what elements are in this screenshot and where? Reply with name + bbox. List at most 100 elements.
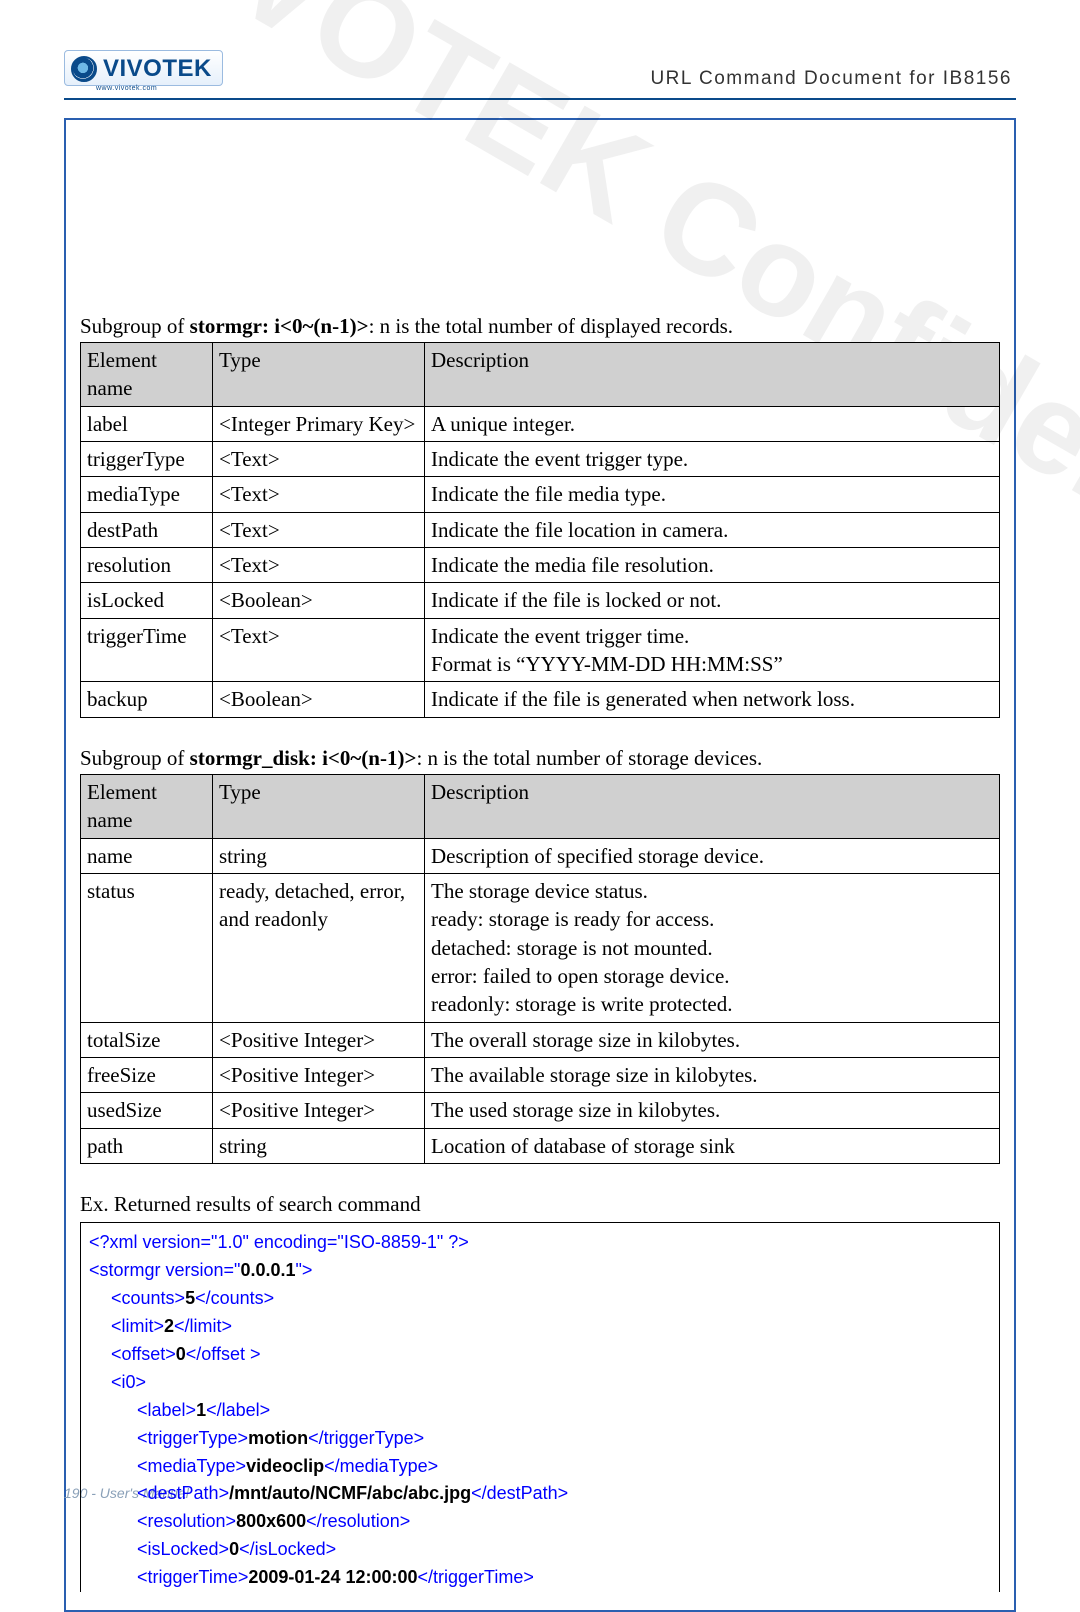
table-row: statusready, detached, error, and readon…	[81, 874, 1000, 1023]
table1-caption-suffix: : n is the total number of displayed rec…	[369, 314, 734, 338]
table2-header-row: Element name Type Description	[81, 774, 1000, 838]
table1-caption: Subgroup of stormgr: i<0~(n-1)>: n is th…	[80, 312, 1000, 340]
xml-counts-open: <counts>	[111, 1288, 185, 1308]
xml-isLocked-close: </isLocked>	[239, 1539, 336, 1559]
table1-cell-desc: Indicate if the file is locked or not.	[425, 583, 1000, 618]
xml-label-open: <label>	[137, 1400, 196, 1420]
table2-cell-type: <Positive Integer>	[213, 1058, 425, 1093]
table1-cell-desc: A unique integer.	[425, 406, 1000, 441]
xml-limit-open: <limit>	[111, 1316, 164, 1336]
table-row: freeSize<Positive Integer>The available …	[81, 1058, 1000, 1093]
table-row: backup<Boolean>Indicate if the file is g…	[81, 682, 1000, 717]
table1-cell-desc: Indicate the file media type.	[425, 477, 1000, 512]
xml-destPath-close: </destPath>	[471, 1483, 568, 1503]
table1-cell-type: <Text>	[213, 618, 425, 682]
table2-cell-name: usedSize	[81, 1093, 213, 1128]
table2-h1: Type	[213, 774, 425, 838]
table1-cell-desc: Indicate the media file resolution.	[425, 547, 1000, 582]
xml-resolution-close: </resolution>	[306, 1511, 410, 1531]
table1: Element name Type Description label<Inte…	[80, 342, 1000, 718]
xml-resolution-val: 800x600	[236, 1511, 306, 1531]
table2-cell-desc: Location of database of storage sink	[425, 1128, 1000, 1163]
xml-decl: <?xml version="1.0" encoding="ISO-8859-1…	[89, 1232, 469, 1252]
table2-caption: Subgroup of stormgr_disk: i<0~(n-1)>: n …	[80, 744, 1000, 772]
xml-triggerType-open: <triggerType>	[137, 1428, 248, 1448]
table1-header-row: Element name Type Description	[81, 342, 1000, 406]
table2-cell-type: <Positive Integer>	[213, 1093, 425, 1128]
logo-subtext: www.vivotek.com	[96, 85, 223, 92]
table2-cell-type: string	[213, 1128, 425, 1163]
xml-destPath-open: <destPath>	[137, 1483, 229, 1503]
table1-cell-type: <Integer Primary Key>	[213, 406, 425, 441]
table1-h1: Type	[213, 342, 425, 406]
table2-cell-desc: The overall storage size in kilobytes.	[425, 1022, 1000, 1057]
table-row: triggerTime<Text>Indicate the event trig…	[81, 618, 1000, 682]
page-header: VIVOTEK www.vivotek.com URL Command Docu…	[64, 50, 1016, 100]
table1-h0: Element name	[81, 342, 213, 406]
xml-limit-val: 2	[164, 1316, 174, 1336]
table1-cell-desc: Indicate the event trigger time.Format i…	[425, 618, 1000, 682]
table1-cell-desc: Indicate the event trigger type.	[425, 441, 1000, 476]
xml-mediaType-close: </mediaType>	[324, 1456, 438, 1476]
table1-cell-name: resolution	[81, 547, 213, 582]
xml-counts-close: </counts>	[195, 1288, 274, 1308]
xml-triggerTime-val: 2009-01-24 12:00:00	[248, 1567, 417, 1587]
logo-eye-icon	[71, 56, 97, 82]
table-row: totalSize<Positive Integer>The overall s…	[81, 1022, 1000, 1057]
table1-cell-type: <Text>	[213, 477, 425, 512]
xml-mediaType-open: <mediaType>	[137, 1456, 246, 1476]
table-row: destPath<Text>Indicate the file location…	[81, 512, 1000, 547]
table2: Element name Type Description namestring…	[80, 774, 1000, 1164]
xml-label-val: 1	[196, 1400, 206, 1420]
table1-caption-prefix: Subgroup of	[80, 314, 190, 338]
table2-caption-bold: stormgr_disk: i<0~(n-1)>	[190, 746, 417, 770]
xml-isLocked-open: <isLocked>	[137, 1539, 229, 1559]
xml-destPath-val: /mnt/auto/NCMF/abc/abc.jpg	[229, 1483, 471, 1503]
table1-cell-type: <Text>	[213, 512, 425, 547]
table1-cell-name: destPath	[81, 512, 213, 547]
table2-cell-name: status	[81, 874, 213, 1023]
xml-isLocked-val: 0	[229, 1539, 239, 1559]
table-row: resolution<Text>Indicate the media file …	[81, 547, 1000, 582]
table1-cell-type: <Boolean>	[213, 583, 425, 618]
table-row: mediaType<Text>Indicate the file media t…	[81, 477, 1000, 512]
table1-h2: Description	[425, 342, 1000, 406]
table2-caption-suffix: : n is the total number of storage devic…	[416, 746, 762, 770]
table1-cell-desc: Indicate the file location in camera.	[425, 512, 1000, 547]
xml-label-close: </label>	[206, 1400, 270, 1420]
table1-cell-desc: Indicate if the file is generated when n…	[425, 682, 1000, 717]
xml-i0-open: <i0>	[111, 1372, 146, 1392]
table2-cell-type: <Positive Integer>	[213, 1022, 425, 1057]
table-row: triggerType<Text>Indicate the event trig…	[81, 441, 1000, 476]
xml-limit-close: </limit>	[174, 1316, 232, 1336]
xml-offset-close: </offset >	[186, 1344, 261, 1364]
xml-offset-open: <offset>	[111, 1344, 176, 1364]
xml-triggerType-close: </triggerType>	[308, 1428, 424, 1448]
xml-triggerTime-open: <triggerTime>	[137, 1567, 248, 1587]
xml-triggerType-val: motion	[248, 1428, 308, 1448]
table-row: label<Integer Primary Key>A unique integ…	[81, 406, 1000, 441]
table2-cell-desc: The used storage size in kilobytes.	[425, 1093, 1000, 1128]
table2-cell-name: path	[81, 1128, 213, 1163]
xml-stormgr-ver: 0.0.0.1	[240, 1260, 295, 1280]
table1-cell-name: label	[81, 406, 213, 441]
example-title: Ex. Returned results of search command	[80, 1190, 1000, 1218]
table1-cell-name: triggerTime	[81, 618, 213, 682]
table2-cell-name: totalSize	[81, 1022, 213, 1057]
table2-cell-type: string	[213, 838, 425, 873]
table2-h2: Description	[425, 774, 1000, 838]
table2-cell-name: freeSize	[81, 1058, 213, 1093]
table-row: pathstringLocation of database of storag…	[81, 1128, 1000, 1163]
table-row: isLocked<Boolean>Indicate if the file is…	[81, 583, 1000, 618]
xml-mediaType-val: videoclip	[246, 1456, 324, 1476]
xml-offset-val: 0	[176, 1344, 186, 1364]
table1-cell-type: <Text>	[213, 547, 425, 582]
table1-cell-name: triggerType	[81, 441, 213, 476]
table2-caption-prefix: Subgroup of	[80, 746, 190, 770]
table2-cell-desc: Description of specified storage device.	[425, 838, 1000, 873]
table1-cell-type: <Boolean>	[213, 682, 425, 717]
xml-example: <?xml version="1.0" encoding="ISO-8859-1…	[80, 1222, 1000, 1592]
logo-text: VIVOTEK	[103, 55, 212, 83]
xml-counts-val: 5	[185, 1288, 195, 1308]
table-row: namestringDescription of specified stora…	[81, 838, 1000, 873]
